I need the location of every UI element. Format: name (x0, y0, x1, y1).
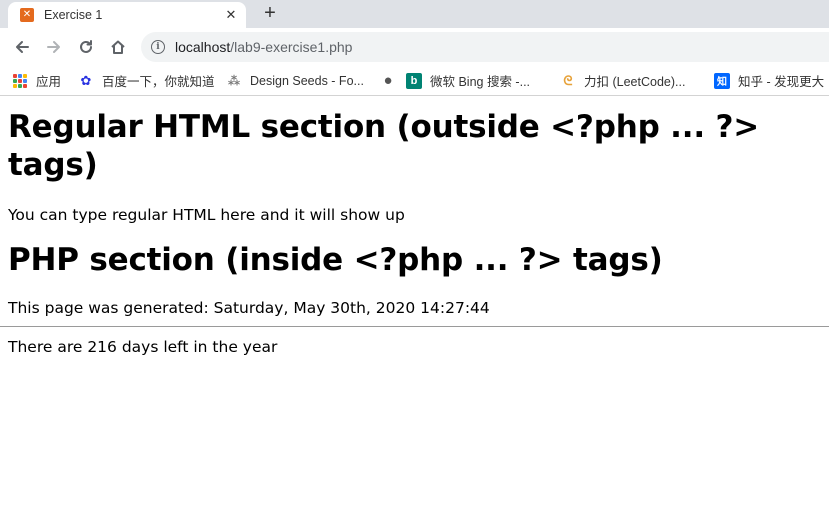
page-content: Regular HTML section (outside <?php ... … (0, 108, 829, 357)
site-info-icon[interactable]: i (151, 40, 165, 54)
bookmark-label: 应用 (36, 75, 62, 89)
days-left-text: There are 216 days left in the year (8, 338, 278, 356)
forward-arrow-icon (47, 41, 60, 53)
home-icon (111, 40, 125, 54)
bookmark-label: 知乎 - 发现更大 (738, 75, 825, 89)
bookmark-label: Design Seeds - Fo... (250, 73, 364, 88)
bookmark-label: 百度一下，你就知道 (102, 75, 215, 89)
bookmark-design-seeds[interactable]: ⁂ Design Seeds - Fo... (226, 73, 380, 89)
zhihu-icon: 知 (714, 72, 730, 89)
bookmark-bing[interactable]: b 微软 Bing 搜索 -... (406, 71, 560, 90)
forward-button[interactable] (38, 31, 70, 63)
design-seeds-icon: ⁂ (227, 73, 241, 88)
bookmark-zhihu[interactable]: 知 知乎 - 发现更大 (714, 71, 824, 90)
reload-button[interactable] (70, 31, 102, 63)
new-tab-button[interactable]: + (260, 2, 280, 26)
generated-timestamp-text: This page was generated: Saturday, May 3… (8, 299, 490, 317)
browser-toolbar: i localhost/lab9-exercise1.php (0, 28, 829, 66)
bookmark-label: 微软 Bing 搜索 -... (430, 75, 531, 89)
tab-strip: ✕ Exercise 1 ✕ + (0, 0, 829, 28)
bing-icon: b (406, 72, 422, 89)
url-text[interactable]: localhost/lab9-exercise1.php (175, 39, 352, 55)
url-path: /lab9-exercise1.php (230, 39, 353, 55)
bookmark-label: 力扣 (LeetCode)... (584, 75, 686, 89)
bookmark-apps[interactable]: 应用 (12, 71, 78, 90)
apps-grid-icon (12, 73, 28, 89)
url-host: localhost (175, 39, 231, 55)
back-arrow-icon (16, 41, 29, 53)
baidu-paw-icon: ✿ (80, 72, 92, 88)
address-bar[interactable]: i localhost/lab9-exercise1.php (141, 32, 829, 62)
xampp-favicon-icon: ✕ (20, 8, 34, 22)
heading-php-section: PHP section (inside <?php ... ?> tags) (8, 242, 663, 278)
back-button[interactable] (6, 31, 38, 63)
home-button[interactable] (102, 31, 134, 63)
regular-html-text: You can type regular HTML here and it wi… (8, 206, 405, 224)
bookmark-globe[interactable]: ● (380, 72, 406, 89)
tab-close-icon[interactable]: ✕ (224, 7, 238, 23)
bookmark-leetcode[interactable]: ᘓ 力扣 (LeetCode)... (560, 71, 714, 90)
bookmarks-bar: 应用 ✿ 百度一下，你就知道 ⁂ Design Seeds - Fo... ● … (0, 66, 829, 96)
leetcode-icon: ᘓ (563, 72, 573, 88)
tab-title: Exercise 1 (44, 8, 103, 22)
horizontal-rule (0, 326, 829, 327)
bookmark-baidu[interactable]: ✿ 百度一下，你就知道 (78, 71, 226, 90)
heading-regular-html: Regular HTML section (outside <?php ... … (8, 109, 760, 183)
tab-exercise-1[interactable]: ✕ Exercise 1 ✕ (8, 2, 246, 28)
globe-icon: ● (383, 72, 393, 89)
reload-icon (80, 40, 92, 53)
